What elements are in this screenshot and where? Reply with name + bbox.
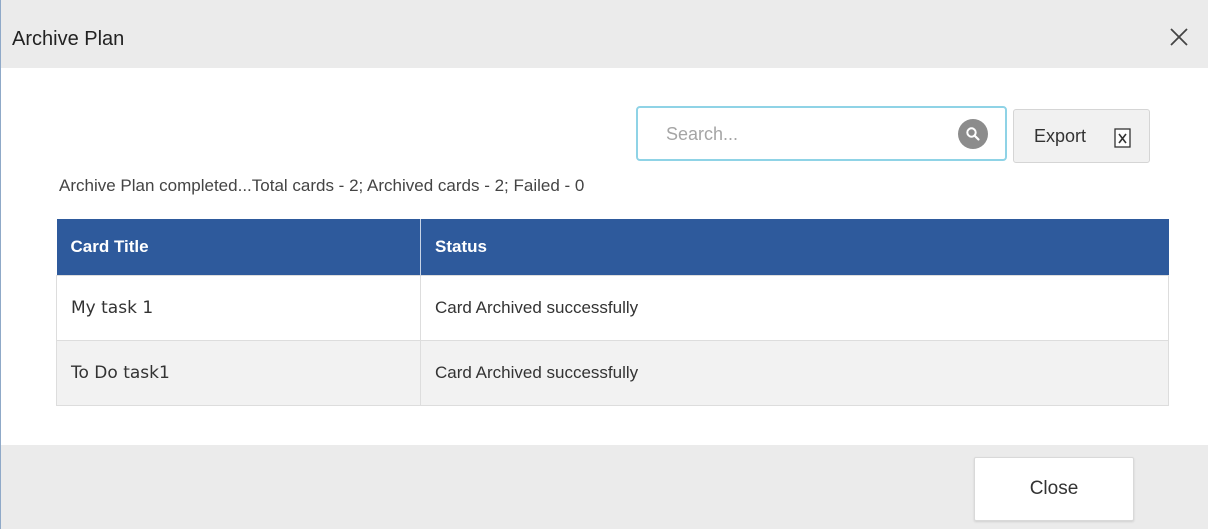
export-label: Export bbox=[1034, 126, 1087, 146]
card-title-cell: My task 1 bbox=[56, 274, 421, 341]
close-icon[interactable] bbox=[1168, 26, 1190, 48]
status-cell: Card Archived successfully bbox=[420, 274, 1169, 341]
card-title-cell: To Do task1 bbox=[56, 339, 421, 406]
close-button[interactable]: Close bbox=[974, 457, 1134, 521]
archive-plan-dialog: Archive Plan Export Archive Plan com bbox=[0, 0, 1208, 529]
status-cell: Card Archived successfully bbox=[420, 339, 1169, 406]
column-header-card-title[interactable]: Card Title bbox=[56, 219, 421, 275]
table-row[interactable]: My task 1 Card Archived successfully bbox=[56, 274, 1169, 341]
dialog-titlebar: Archive Plan bbox=[1, 0, 1208, 68]
search-icon[interactable] bbox=[958, 119, 988, 149]
search-box bbox=[636, 106, 1007, 161]
search-input[interactable] bbox=[638, 108, 968, 161]
export-button[interactable]: Export bbox=[1013, 109, 1150, 163]
table-header-row: Card Title Status bbox=[56, 219, 1169, 275]
dialog-title: Archive Plan bbox=[12, 28, 125, 50]
excel-icon bbox=[1114, 128, 1132, 153]
archive-summary-text: Archive Plan completed...Total cards - 2… bbox=[59, 176, 585, 195]
column-header-status[interactable]: Status bbox=[420, 219, 1169, 275]
table-row[interactable]: To Do task1 Card Archived successfully bbox=[56, 339, 1169, 406]
results-table: Card Title Status My task 1 Card Archive… bbox=[56, 219, 1169, 406]
